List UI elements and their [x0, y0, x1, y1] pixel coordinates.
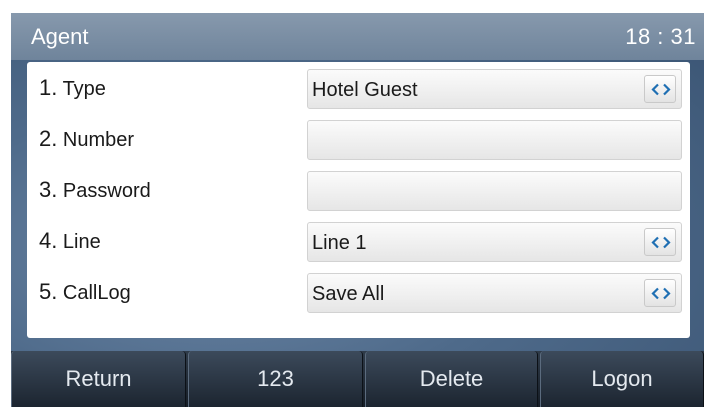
row-label-text: Type — [62, 78, 106, 100]
line-switch-button[interactable] — [644, 228, 676, 256]
type-value: Hotel Guest — [312, 79, 418, 101]
agent-form: 1. Type Hotel Guest 2. Number 3. Passwor… — [27, 62, 690, 338]
row-label: 4. Line — [39, 229, 101, 254]
row-line: 4. Line Line 1 — [27, 215, 690, 266]
softkey-bar: Return 123 Delete Logon — [11, 351, 704, 407]
row-number: 5. — [39, 279, 58, 304]
row-password: 3. Password — [27, 164, 690, 215]
row-number: 2. Number — [27, 113, 690, 164]
input-mode-softkey[interactable]: 123 — [188, 351, 363, 407]
phone-screen: Agent 18 : 31 1. Type Hotel Guest 2. Num… — [11, 13, 704, 407]
row-number: 2. — [39, 126, 58, 151]
calllog-value: Save All — [312, 283, 385, 305]
row-label: 1. Type — [39, 76, 106, 101]
row-label: 5. CallLog — [39, 280, 131, 305]
logon-softkey[interactable]: Logon — [540, 351, 704, 407]
row-label: 3. Password — [39, 178, 151, 203]
row-number: 4. — [39, 228, 58, 253]
row-type: 1. Type Hotel Guest — [27, 62, 690, 113]
row-label-text: Line — [62, 231, 101, 253]
line-value: Line 1 — [312, 232, 367, 254]
row-label-text: Number — [62, 129, 135, 151]
row-calllog: 5. CallLog Save All — [27, 266, 690, 317]
left-right-arrows-icon — [651, 236, 671, 249]
left-right-arrows-icon — [651, 287, 671, 300]
password-input[interactable] — [307, 171, 682, 211]
return-softkey[interactable]: Return — [11, 351, 186, 407]
calllog-select[interactable]: Save All — [307, 273, 682, 313]
title-bar: Agent 18 : 31 — [11, 13, 704, 60]
row-number: 3. — [39, 177, 58, 202]
row-label: 2. Number — [39, 127, 134, 152]
row-label-text: Password — [62, 180, 151, 202]
row-label-text: CallLog — [62, 282, 131, 304]
delete-softkey[interactable]: Delete — [365, 351, 538, 407]
number-input[interactable] — [307, 120, 682, 160]
type-select[interactable]: Hotel Guest — [307, 69, 682, 109]
line-select[interactable]: Line 1 — [307, 222, 682, 262]
row-number: 1. — [39, 75, 58, 100]
calllog-switch-button[interactable] — [644, 279, 676, 307]
clock: 18 : 31 — [625, 24, 696, 49]
page-title: Agent — [31, 24, 89, 49]
left-right-arrows-icon — [651, 83, 671, 96]
type-switch-button[interactable] — [644, 75, 676, 103]
